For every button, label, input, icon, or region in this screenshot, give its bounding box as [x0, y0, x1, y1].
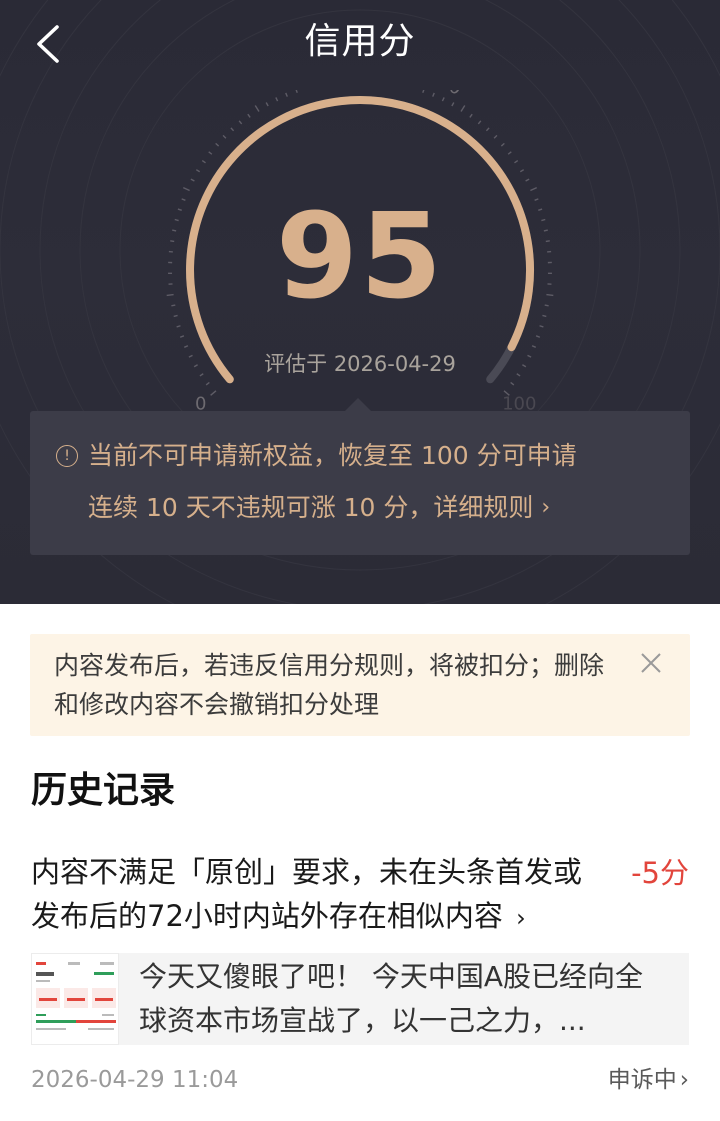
gauge-tick	[182, 186, 190, 192]
gauge-tick	[460, 105, 466, 112]
gauge-tick	[493, 134, 498, 139]
info-icon: !	[56, 445, 78, 467]
gauge-tick	[469, 113, 473, 118]
chevron-right-icon: ›	[541, 495, 551, 520]
gauge-mid-label: 60	[435, 90, 465, 100]
gauge-min-label: 0	[195, 394, 206, 410]
detailed-rules-link[interactable]: 连续 10 天不违规可涨 10 分，详细规则 ›	[88, 491, 550, 525]
appeal-status-text: 申诉中	[607, 1067, 677, 1093]
chevron-right-icon: ›	[679, 1067, 689, 1093]
related-article-card[interactable]: 今天又傻眼了吧！ 今天中国A股已经向全球资本市场宣战了，以一己之力，...	[31, 953, 689, 1045]
article-thumbnail	[31, 953, 119, 1045]
gauge-tick	[247, 113, 251, 118]
gauge-max-label: 100	[502, 394, 536, 410]
rights-notice-box: ! 当前不可申请新权益，恢复至 100 分可申请 连续 10 天不违规可涨 10…	[30, 411, 690, 555]
evaluation-date: 评估于 2026-04-29	[264, 352, 456, 376]
gauge-tick	[519, 169, 525, 173]
gauge-tick	[485, 127, 490, 132]
gauge-tick	[195, 169, 201, 173]
gauge-tick	[451, 102, 455, 107]
record-reason-text: 内容不满足「原创」要求，未在头条首发或发布后的72小时内站外存在相似内容	[31, 855, 583, 933]
warning-text: 内容发布后，若违反信用分规则，将被扣分；删除和修改内容不会撤销扣分处理	[54, 651, 605, 719]
page-title: 信用分	[304, 21, 416, 62]
gauge-tick	[539, 325, 544, 328]
gauge-tick	[205, 381, 210, 386]
notice-rules-text: 连续 10 天不违规可涨 10 分，详细规则	[88, 493, 534, 522]
credit-score-header-panel: 信用分 0 60 100 95 评估于 2026-04-29 ! 当前不可申请新…	[0, 0, 720, 604]
gauge-tick	[422, 90, 425, 94]
gauge-tick	[531, 345, 537, 348]
notice-restriction-text: 当前不可申请新权益，恢复至 100 分可申请	[88, 441, 577, 470]
notice-line-restriction: ! 当前不可申请新权益，恢复至 100 分可申请	[56, 439, 670, 473]
gauge-tick	[210, 390, 217, 396]
gauge-tick	[477, 120, 482, 125]
gauge-tick	[285, 92, 288, 97]
gauge-tick	[190, 178, 195, 182]
gauge-tick	[525, 178, 530, 182]
notice-pointer	[344, 398, 372, 412]
close-icon[interactable]	[638, 650, 664, 676]
record-timestamp: 2026-04-29 11:04	[31, 1067, 239, 1093]
gauge-tick	[215, 142, 220, 147]
gauge-tick	[432, 92, 435, 97]
gauge-tick	[500, 142, 505, 147]
gauge-tick	[230, 127, 235, 132]
gauge-tick	[535, 335, 541, 338]
gauge-tick	[507, 151, 512, 155]
deduction-warning-banner: 内容发布后，若违反信用分规则，将被扣分；删除和修改内容不会撤销扣分处理	[30, 634, 690, 736]
appeal-status-link[interactable]: 申诉中 ›	[608, 1063, 689, 1097]
record-points: -5分	[631, 856, 689, 890]
gauge-tick	[183, 345, 189, 348]
history-section-title: 历史记录	[31, 770, 176, 811]
gauge-tick	[254, 105, 260, 112]
gauge-tick	[510, 381, 515, 386]
gauge-tick	[179, 335, 185, 338]
gauge-tick	[265, 102, 269, 107]
gauge-tick	[238, 120, 243, 125]
chevron-right-icon: ›	[516, 904, 526, 932]
gauge-tick	[201, 159, 206, 164]
stock-chart-thumbnail-image	[32, 954, 118, 1044]
record-reason-link[interactable]: 内容不满足「原创」要求，未在头条首发或发布后的72小时内站外存在相似内容 ›	[31, 850, 601, 940]
gauge-tick	[208, 151, 213, 155]
gauge-tick	[222, 134, 227, 139]
article-excerpt: 今天又傻眼了吧！ 今天中国A股已经向全球资本市场宣战了，以一己之力，...	[139, 960, 644, 1037]
gauge-tick	[295, 90, 298, 94]
gauge-tick	[441, 97, 445, 102]
gauge-tick	[530, 186, 538, 192]
credit-score-value: 95	[275, 187, 445, 325]
gauge-tick	[514, 159, 519, 164]
gauge-tick	[176, 325, 181, 328]
gauge-tick	[275, 97, 279, 102]
